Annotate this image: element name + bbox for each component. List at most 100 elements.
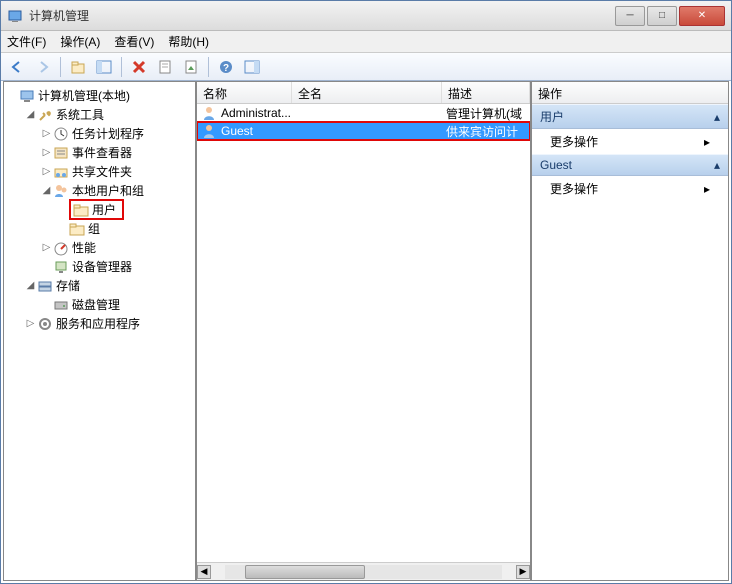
user-icon (201, 105, 217, 121)
column-fullname[interactable]: 全名 (292, 82, 442, 103)
menu-help[interactable]: 帮助(H) (168, 33, 209, 50)
back-button[interactable] (5, 56, 29, 78)
action-more-guest[interactable]: 更多操作 ▸ (532, 176, 728, 201)
tree-label: 系统工具 (56, 106, 104, 123)
action-group-label: 用户 (540, 108, 564, 125)
content-area: 计算机管理(本地) ◢ 系统工具 ▷ 任务计划程序 ▷ 事件查看器 (1, 81, 731, 583)
tree-system-tools[interactable]: ◢ 系统工具 (6, 105, 193, 124)
tree-label: 设备管理器 (72, 258, 132, 275)
forward-button[interactable] (31, 56, 55, 78)
user-icon (201, 123, 217, 139)
chevron-right-icon: ▸ (704, 135, 710, 149)
folder-icon (73, 202, 89, 218)
list-header: 名称 全名 描述 (197, 82, 530, 104)
disk-icon (53, 297, 69, 313)
chevron-right-icon: ▸ (704, 182, 710, 196)
list-body[interactable]: Administrat... 管理计算机(域 Guest 供来宾访问计 (197, 104, 530, 562)
window-controls: ─ □ ✕ (615, 6, 725, 26)
app-icon (7, 8, 23, 24)
show-hide-actions-button[interactable] (240, 56, 264, 78)
tree-performance[interactable]: ▷ 性能 (6, 238, 193, 257)
menu-action[interactable]: 操作(A) (60, 33, 100, 50)
cell-name: Administrat... (221, 106, 296, 120)
tree-label: 服务和应用程序 (56, 315, 140, 332)
computer-management-window: 计算机管理 ─ □ ✕ 文件(F) 操作(A) 查看(V) 帮助(H) ? (0, 0, 732, 584)
tree-users[interactable]: 用户 (6, 200, 193, 219)
toolbar: ? (1, 53, 731, 81)
help-button[interactable]: ? (214, 56, 238, 78)
collapse-icon: ▴ (714, 158, 720, 172)
storage-icon (37, 278, 53, 294)
share-icon (53, 164, 69, 180)
folder-icon (69, 221, 85, 237)
tree-label: 本地用户和组 (72, 182, 144, 199)
menubar: 文件(F) 操作(A) 查看(V) 帮助(H) (1, 31, 731, 53)
action-group-label: Guest (540, 158, 572, 172)
tree-label: 共享文件夹 (72, 163, 132, 180)
delete-button[interactable] (127, 56, 151, 78)
collapse-icon: ▴ (714, 110, 720, 124)
cell-desc: 供来宾访问计 (446, 123, 530, 140)
scroll-track[interactable] (225, 565, 502, 579)
scroll-right-button[interactable]: ▶ (516, 565, 530, 579)
maximize-button[interactable]: □ (647, 6, 677, 26)
scroll-left-button[interactable]: ◀ (197, 565, 211, 579)
minimize-button[interactable]: ─ (615, 6, 645, 26)
properties-button[interactable] (153, 56, 177, 78)
up-button[interactable] (66, 56, 90, 78)
tree-event-viewer[interactable]: ▷ 事件查看器 (6, 143, 193, 162)
action-group-users[interactable]: 用户 ▴ (532, 104, 728, 129)
list-row-administrator[interactable]: Administrat... 管理计算机(域 (197, 104, 530, 122)
separator (60, 57, 61, 77)
action-label: 更多操作 (550, 180, 598, 197)
performance-icon (53, 240, 69, 256)
actions-title: 操作 (532, 82, 728, 104)
horizontal-scrollbar[interactable]: ◀ ▶ (197, 562, 530, 580)
users-icon (53, 183, 69, 199)
menu-view[interactable]: 查看(V) (114, 33, 154, 50)
clock-icon (53, 126, 69, 142)
separator (208, 57, 209, 77)
tools-icon (37, 107, 53, 123)
list-panel: 名称 全名 描述 Administrat... 管理计算机(域 Guest 供来… (196, 81, 531, 581)
tree-label: 组 (88, 220, 100, 237)
tree-root[interactable]: 计算机管理(本地) (6, 86, 193, 105)
tree-device-manager[interactable]: 设备管理器 (6, 257, 193, 276)
tree-groups[interactable]: 组 (6, 219, 193, 238)
navigation-tree[interactable]: 计算机管理(本地) ◢ 系统工具 ▷ 任务计划程序 ▷ 事件查看器 (4, 82, 195, 337)
window-title: 计算机管理 (29, 7, 615, 24)
titlebar[interactable]: 计算机管理 ─ □ ✕ (1, 1, 731, 31)
scroll-thumb[interactable] (245, 565, 365, 579)
column-name[interactable]: 名称 (197, 82, 292, 103)
tree-label: 用户 (92, 201, 116, 218)
event-icon (53, 145, 69, 161)
tree-services-apps[interactable]: ▷ 服务和应用程序 (6, 314, 193, 333)
tree-disk-management[interactable]: 磁盘管理 (6, 295, 193, 314)
action-group-guest[interactable]: Guest ▴ (532, 154, 728, 176)
action-label: 更多操作 (550, 133, 598, 150)
show-hide-tree-button[interactable] (92, 56, 116, 78)
computer-icon (19, 88, 35, 104)
tree-label: 性能 (72, 239, 96, 256)
tree-storage[interactable]: ◢ 存储 (6, 276, 193, 295)
tree-label: 磁盘管理 (72, 296, 120, 313)
tree-panel: 计算机管理(本地) ◢ 系统工具 ▷ 任务计划程序 ▷ 事件查看器 (3, 81, 196, 581)
export-button[interactable] (179, 56, 203, 78)
menu-file[interactable]: 文件(F) (7, 33, 46, 50)
tree-shared-folders[interactable]: ▷ 共享文件夹 (6, 162, 193, 181)
services-icon (37, 316, 53, 332)
action-more-users[interactable]: 更多操作 ▸ (532, 129, 728, 154)
tree-label: 事件查看器 (72, 144, 132, 161)
close-button[interactable]: ✕ (679, 6, 725, 26)
tree-task-scheduler[interactable]: ▷ 任务计划程序 (6, 124, 193, 143)
tree-label: 计算机管理(本地) (38, 87, 130, 104)
column-description[interactable]: 描述 (442, 82, 530, 103)
list-row-guest[interactable]: Guest 供来宾访问计 (197, 122, 530, 140)
device-icon (53, 259, 69, 275)
tree-local-users-groups[interactable]: ◢ 本地用户和组 (6, 181, 193, 200)
separator (121, 57, 122, 77)
cell-name: Guest (221, 124, 296, 138)
actions-panel: 操作 用户 ▴ 更多操作 ▸ Guest ▴ 更多操作 ▸ (531, 81, 729, 581)
tree-label: 存储 (56, 277, 80, 294)
tree-label: 任务计划程序 (72, 125, 144, 142)
